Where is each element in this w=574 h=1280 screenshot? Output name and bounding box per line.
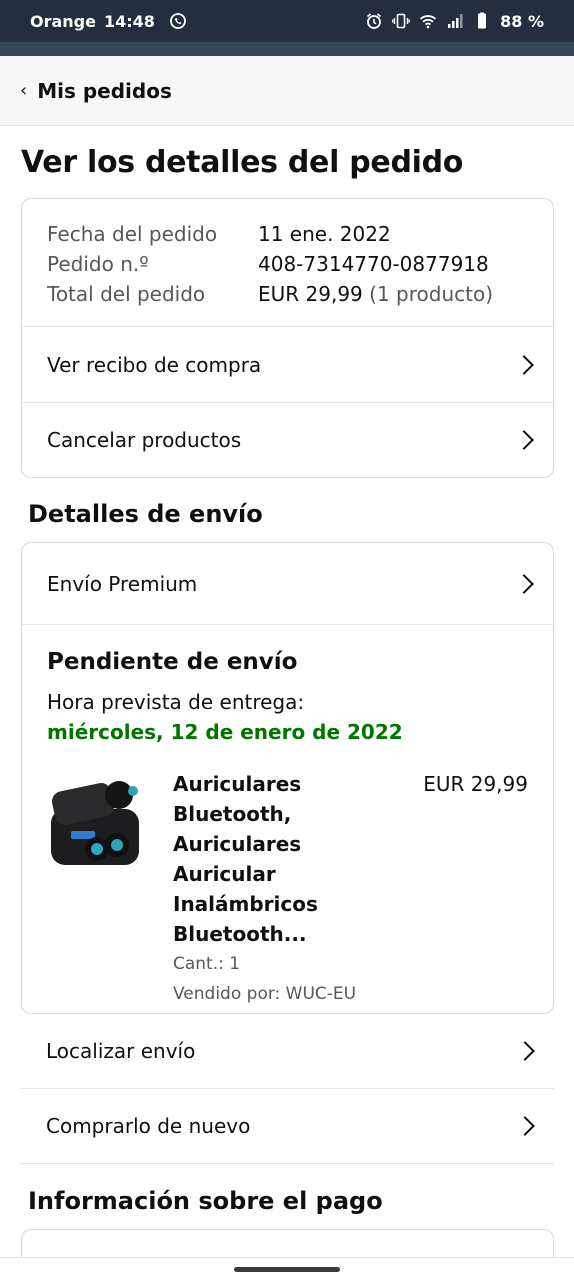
order-summary: Fecha del pedido 11 ene. 2022 Pedido n.º… [22, 199, 553, 327]
chevron-right-icon [514, 430, 534, 450]
track-package-label: Localizar envío [46, 1039, 196, 1063]
shipment-status: Pendiente de envío [47, 649, 298, 675]
clock: 14:48 [103, 11, 155, 31]
product-seller: Vendido por: WUC-EU [173, 984, 357, 1004]
alarm-icon [365, 12, 383, 30]
status-bar: Orange 14:48 88 % [0, 0, 574, 42]
home-gesture-handle[interactable] [234, 1267, 340, 1272]
chevron-right-icon [515, 1041, 535, 1061]
view-receipt-label: Ver recibo de compra [47, 352, 262, 377]
track-package-row[interactable]: Localizar envío [21, 1014, 554, 1089]
vibrate-icon [392, 12, 411, 30]
battery-level: 88 % [500, 11, 544, 31]
whatsapp-icon [169, 12, 187, 30]
wifi-icon [419, 12, 437, 30]
view-receipt-row[interactable]: Ver recibo de compra [22, 327, 553, 402]
chevron-left-icon: ‹ [20, 80, 28, 101]
shipping-method-row[interactable]: Envío Premium [22, 543, 553, 625]
cancel-items-row[interactable]: Cancelar productos [22, 402, 553, 477]
payment-section-title: Información sobre el pago [28, 1187, 383, 1215]
buy-again-label: Comprarlo de nuevo [46, 1114, 251, 1138]
order-item-count: (1 producto) [369, 282, 494, 306]
order-number-row: Pedido n.º 408-7314770-0877918 [47, 249, 528, 279]
shipment-actions: Localizar envío Comprarlo de nuevo [21, 1014, 554, 1164]
product-quantity: Cant.: 1 [173, 954, 241, 974]
shipping-card: Envío Premium Pendiente de envío Hora pr… [21, 542, 554, 1014]
shipping-method-label: Envío Premium [47, 571, 198, 596]
carrier-label: Orange [30, 11, 96, 31]
top-app-bar-strip [0, 42, 574, 56]
back-link-label[interactable]: Mis pedidos [37, 79, 172, 103]
shipping-section-title: Detalles de envío [28, 500, 263, 528]
product-info: Auriculares Bluetooth, Auriculares Auric… [173, 769, 403, 1009]
chevron-right-icon [514, 573, 534, 594]
system-nav-bar [0, 1257, 574, 1280]
signal-icon [446, 12, 464, 30]
order-total-label: Total del pedido [47, 282, 206, 306]
back-nav[interactable]: ‹ Mis pedidos [0, 56, 574, 126]
order-number-value: 408-7314770-0877918 [258, 252, 489, 276]
page-title: Ver los detalles del pedido [21, 145, 464, 180]
order-date-row: Fecha del pedido 11 ene. 2022 [47, 219, 528, 249]
cancel-items-label: Cancelar productos [47, 428, 242, 452]
product-image[interactable] [47, 769, 147, 879]
chevron-right-icon [514, 354, 534, 375]
order-number-label: Pedido n.º [47, 252, 149, 276]
product-price: EUR 29,99 [423, 772, 528, 796]
product-title[interactable]: Auriculares Bluetooth, Auriculares Auric… [173, 769, 403, 949]
chevron-right-icon [515, 1116, 535, 1136]
order-total-value: EUR 29,99 (1 producto) [258, 279, 493, 309]
delivery-estimate-label: Hora prevista de entrega: [47, 690, 305, 714]
delivery-estimate-date: miércoles, 12 de enero de 2022 [47, 720, 403, 744]
order-total-amount: EUR 29,99 [258, 282, 363, 306]
buy-again-row[interactable]: Comprarlo de nuevo [21, 1089, 554, 1164]
order-date-value: 11 ene. 2022 [258, 222, 391, 246]
shipment-details: Pendiente de envío Hora prevista de entr… [22, 625, 553, 1004]
battery-icon [473, 12, 491, 30]
order-date-label: Fecha del pedido [47, 222, 218, 246]
order-summary-card: Fecha del pedido 11 ene. 2022 Pedido n.º… [21, 198, 554, 478]
order-total-row: Total del pedido EUR 29,99 (1 producto) [47, 279, 528, 309]
product-item[interactable]: Auriculares Bluetooth, Auriculares Auric… [47, 769, 528, 1004]
